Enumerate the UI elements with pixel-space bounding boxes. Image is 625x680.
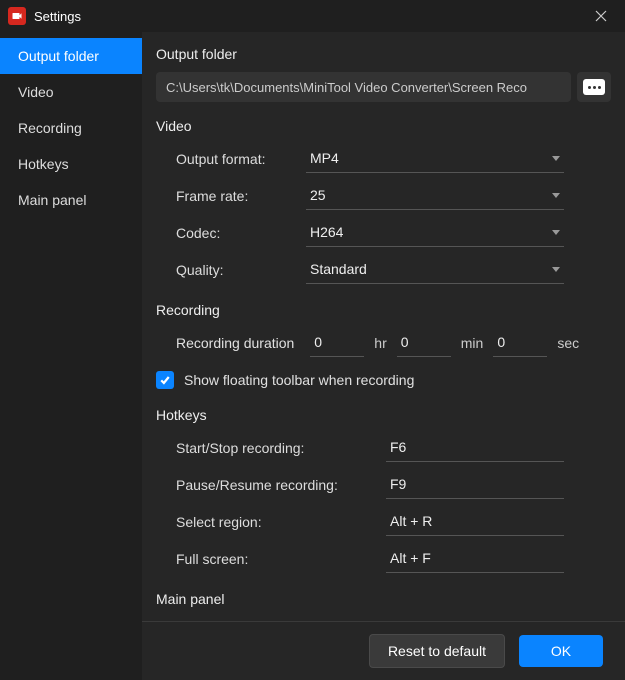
- titlebar: Settings: [0, 0, 625, 32]
- codec-label: Codec:: [156, 225, 306, 241]
- hotkey-select-region-label: Select region:: [156, 514, 386, 530]
- footer: Reset to default OK: [142, 621, 625, 680]
- quality-label: Quality:: [156, 262, 306, 278]
- close-button[interactable]: [585, 0, 617, 32]
- sidebar-item-main-panel[interactable]: Main panel: [0, 182, 142, 218]
- sidebar-item-video[interactable]: Video: [0, 74, 142, 110]
- unit-min: min: [461, 335, 484, 351]
- reset-to-default-button[interactable]: Reset to default: [369, 634, 505, 668]
- hotkey-pause-resume-input[interactable]: [386, 470, 564, 499]
- hotkey-start-stop-label: Start/Stop recording:: [156, 440, 386, 456]
- frame-rate-row: Frame rate: 25: [156, 181, 611, 210]
- close-icon: [595, 10, 607, 22]
- chevron-down-icon: [552, 156, 560, 161]
- main-panel: Output folder Video Output format: MP4: [142, 32, 625, 680]
- floating-toolbar-label: Show floating toolbar when recording: [184, 372, 414, 388]
- sidebar-item-hotkeys[interactable]: Hotkeys: [0, 146, 142, 182]
- quality-value: Standard: [310, 261, 546, 277]
- unit-sec: sec: [557, 335, 579, 351]
- duration-sec-input[interactable]: [493, 328, 547, 357]
- sidebar-item-recording[interactable]: Recording: [0, 110, 142, 146]
- video-heading: Video: [156, 118, 611, 134]
- quality-row: Quality: Standard: [156, 255, 611, 284]
- recording-duration-label: Recording duration: [176, 335, 294, 351]
- check-icon: [159, 374, 171, 386]
- sidebar: Output folder Video Recording Hotkeys Ma…: [0, 32, 142, 680]
- recording-heading: Recording: [156, 302, 611, 318]
- hotkey-select-region-input[interactable]: [386, 507, 564, 536]
- duration-min-input[interactable]: [397, 328, 451, 357]
- settings-window: Settings Output folder Video Recording H…: [0, 0, 625, 680]
- output-folder-heading: Output folder: [156, 46, 611, 62]
- codec-select[interactable]: H264: [306, 218, 564, 247]
- frame-rate-value: 25: [310, 187, 546, 203]
- output-format-select[interactable]: MP4: [306, 144, 564, 173]
- output-folder-row: [156, 72, 611, 102]
- unit-hr: hr: [374, 335, 386, 351]
- quality-select[interactable]: Standard: [306, 255, 564, 284]
- hotkey-pause-resume-row: Pause/Resume recording:: [156, 470, 611, 499]
- hotkeys-heading: Hotkeys: [156, 407, 611, 423]
- hotkey-full-screen-label: Full screen:: [156, 551, 386, 567]
- hotkey-full-screen-input[interactable]: [386, 544, 564, 573]
- settings-title: Settings: [34, 9, 81, 24]
- main-scroll[interactable]: Output folder Video Output format: MP4: [142, 32, 625, 621]
- chevron-down-icon: [552, 230, 560, 235]
- output-format-label: Output format:: [156, 151, 306, 167]
- floating-toolbar-row: Show floating toolbar when recording: [156, 371, 611, 389]
- recording-duration-row: Recording duration hr min sec: [156, 328, 611, 357]
- chevron-down-icon: [552, 267, 560, 272]
- chevron-down-icon: [552, 193, 560, 198]
- ellipsis-icon: [583, 79, 605, 95]
- hotkey-start-stop-input[interactable]: [386, 433, 564, 462]
- floating-toolbar-checkbox[interactable]: [156, 371, 174, 389]
- app-icon: [8, 7, 26, 25]
- hotkey-select-region-row: Select region:: [156, 507, 611, 536]
- frame-rate-select[interactable]: 25: [306, 181, 564, 210]
- frame-rate-label: Frame rate:: [156, 188, 306, 204]
- main-panel-heading: Main panel: [156, 591, 611, 607]
- hotkey-pause-resume-label: Pause/Resume recording:: [156, 477, 386, 493]
- codec-value: H264: [310, 224, 546, 240]
- browse-button[interactable]: [577, 72, 611, 102]
- ok-button[interactable]: OK: [519, 635, 603, 667]
- output-format-row: Output format: MP4: [156, 144, 611, 173]
- sidebar-item-output-folder[interactable]: Output folder: [0, 38, 142, 74]
- codec-row: Codec: H264: [156, 218, 611, 247]
- duration-hr-input[interactable]: [310, 328, 364, 357]
- output-format-value: MP4: [310, 150, 546, 166]
- hotkey-full-screen-row: Full screen:: [156, 544, 611, 573]
- hotkey-start-stop-row: Start/Stop recording:: [156, 433, 611, 462]
- output-folder-input[interactable]: [156, 72, 571, 102]
